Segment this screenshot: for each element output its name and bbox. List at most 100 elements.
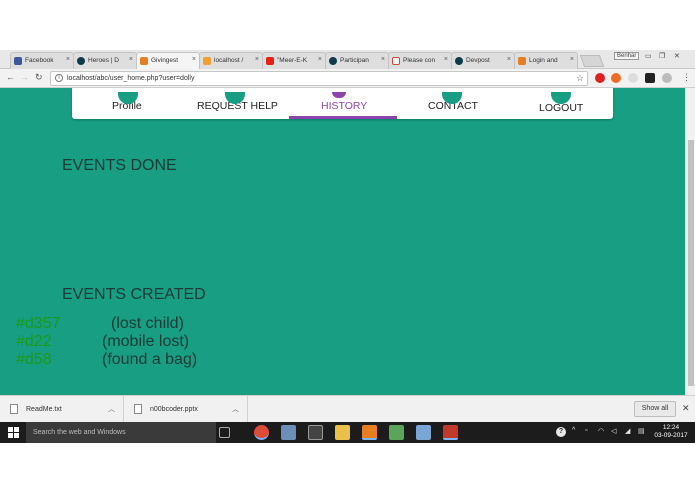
network-app-icon[interactable] <box>281 425 296 440</box>
facebook-icon <box>14 57 22 65</box>
tab-title: Participan <box>340 57 369 64</box>
tab-title: Givingest <box>151 57 179 64</box>
devpost-icon <box>455 57 463 65</box>
nav-item-contact[interactable]: CONTACT <box>428 92 478 112</box>
close-window-icon[interactable]: ✕ <box>674 52 680 60</box>
network-icon[interactable]: ◢ <box>625 427 630 435</box>
tab-title: localhost / <box>214 57 244 64</box>
close-tab-icon[interactable]: × <box>129 56 133 63</box>
opera-icon[interactable] <box>595 73 605 83</box>
events-done-heading: EVENTS DONE <box>62 157 177 174</box>
tab-title: "Meer-E-K <box>277 57 308 64</box>
close-shelf-icon[interactable]: ✕ <box>682 403 690 414</box>
maximize-icon[interactable]: ❐ <box>659 52 665 60</box>
tab-title: Heroes | D <box>88 57 119 64</box>
close-tab-icon[interactable]: × <box>507 56 511 63</box>
nav-item-logout[interactable]: LOGOUT <box>539 92 583 114</box>
file-icon <box>134 404 142 414</box>
close-tab-icon[interactable]: × <box>66 56 70 63</box>
browser-tab[interactable]: Devpost × <box>451 52 515 69</box>
minimize-icon[interactable]: ▭ <box>645 52 652 60</box>
notepad-icon[interactable] <box>389 425 404 440</box>
address-bar[interactable]: i localhost/abc/user_home.php?user=dolly… <box>50 71 588 86</box>
tab-title: Login and <box>529 57 558 64</box>
taskbar-search-box[interactable]: Search the web and Windows <box>26 422 216 443</box>
back-icon[interactable]: ← <box>6 72 15 82</box>
nav-label: HISTORY <box>321 100 368 112</box>
chevron-up-icon[interactable]: ︿ <box>108 404 115 414</box>
event-name: (found a bag) <box>102 351 198 368</box>
page-scrollbar[interactable] <box>685 88 695 395</box>
nav-item-request-help[interactable]: REQUEST HELP <box>197 92 278 112</box>
event-id: #d22 <box>16 333 52 350</box>
browser-tab[interactable]: "Meer-E-K × <box>262 52 326 69</box>
download-shelf: ReadMe.txt ︿ n00bcoder.pptx ︿ Show all ✕ <box>0 395 695 423</box>
event-id: #d357 <box>16 315 61 332</box>
close-tab-icon[interactable]: × <box>318 56 322 63</box>
close-tab-icon[interactable]: × <box>444 56 448 63</box>
browser-tab[interactable]: Facebook × <box>10 52 74 69</box>
reload-icon[interactable]: ↻ <box>35 72 43 83</box>
history-icon <box>332 92 346 98</box>
codepen-icon[interactable] <box>362 425 377 440</box>
search-placeholder: Search the web and Windows <box>33 429 126 436</box>
close-tab-icon[interactable]: × <box>192 56 196 63</box>
windows-start-icon[interactable] <box>8 427 19 438</box>
notifications-icon[interactable]: ▤ <box>638 427 645 435</box>
forward-icon[interactable]: → <box>20 72 29 82</box>
close-tab-icon[interactable]: × <box>570 56 574 63</box>
browser-tab[interactable]: Login and × <box>514 52 578 69</box>
codepen-icon <box>140 57 148 65</box>
clock-time: 12:24 <box>662 424 680 431</box>
help-tray-icon[interactable]: ? <box>556 427 566 437</box>
new-tab-button[interactable] <box>579 55 605 67</box>
gmail-icon <box>392 57 400 65</box>
extension-icon[interactable] <box>611 73 621 83</box>
phpmyadmin-icon <box>203 57 211 65</box>
wifi-icon[interactable]: ◠ <box>598 427 604 435</box>
event-name: (mobile lost) <box>102 333 190 350</box>
windows-taskbar: Search the web and Windows ? ^ ▫ ◠ ◁ ◢ ▤… <box>0 422 695 443</box>
system-clock[interactable]: 12:24 03-09-2017 <box>652 424 690 440</box>
nav-item-history[interactable]: HISTORY <box>321 92 368 112</box>
tray-icon[interactable]: ▫ <box>585 427 587 434</box>
browser-tab[interactable]: Heroes | D × <box>73 52 137 69</box>
app-icon[interactable] <box>443 425 458 440</box>
codepen-icon <box>518 57 526 65</box>
scrollbar-thumb[interactable] <box>688 140 694 386</box>
profile-button[interactable]: Benhar <box>614 52 640 60</box>
browser-tab[interactable]: localhost / × <box>199 52 263 69</box>
clock-date: 03-09-2017 <box>654 432 688 439</box>
screen: Facebook × Heroes | D × Givingest × loca… <box>0 0 695 494</box>
nav-item-profile[interactable]: Profile <box>112 92 142 112</box>
browser-tab[interactable]: Please con × <box>388 52 452 69</box>
close-tab-icon[interactable]: × <box>381 56 385 63</box>
event-name: (lost child) <box>111 315 184 332</box>
download-item[interactable]: n00bcoder.pptx ︿ <box>124 396 248 423</box>
youtube-icon <box>266 57 274 65</box>
extension-icon[interactable] <box>662 73 672 83</box>
app-icon[interactable] <box>416 425 431 440</box>
file-icon <box>10 404 18 414</box>
url-text: localhost/abc/user_home.php?user=dolly <box>67 75 195 82</box>
browser-tab-active[interactable]: Givingest × <box>136 52 200 70</box>
window-app-icon[interactable] <box>308 425 323 440</box>
extension-icon[interactable] <box>628 73 638 83</box>
chevron-up-icon[interactable]: ^ <box>572 427 575 434</box>
top-nav: Profile REQUEST HELP HISTORY CONTACT LOG… <box>72 88 613 119</box>
info-icon[interactable]: i <box>55 74 63 82</box>
task-view-icon[interactable] <box>219 427 230 438</box>
extension-icon[interactable] <box>645 73 655 83</box>
chrome-icon[interactable] <box>254 425 269 440</box>
download-item[interactable]: ReadMe.txt ︿ <box>0 396 124 423</box>
bookmark-star-icon[interactable]: ☆ <box>576 73 584 84</box>
menu-icon[interactable]: ⋮ <box>682 72 691 83</box>
tab-title: Devpost <box>466 57 490 64</box>
close-tab-icon[interactable]: × <box>255 56 259 63</box>
chevron-up-icon[interactable]: ︿ <box>232 404 239 414</box>
show-all-button[interactable]: Show all <box>634 401 676 417</box>
file-explorer-icon[interactable] <box>335 425 350 440</box>
browser-tab[interactable]: Participan × <box>325 52 389 69</box>
address-toolbar: ← → ↻ i localhost/abc/user_home.php?user… <box>0 69 695 88</box>
volume-icon[interactable]: ◁ <box>611 427 616 435</box>
